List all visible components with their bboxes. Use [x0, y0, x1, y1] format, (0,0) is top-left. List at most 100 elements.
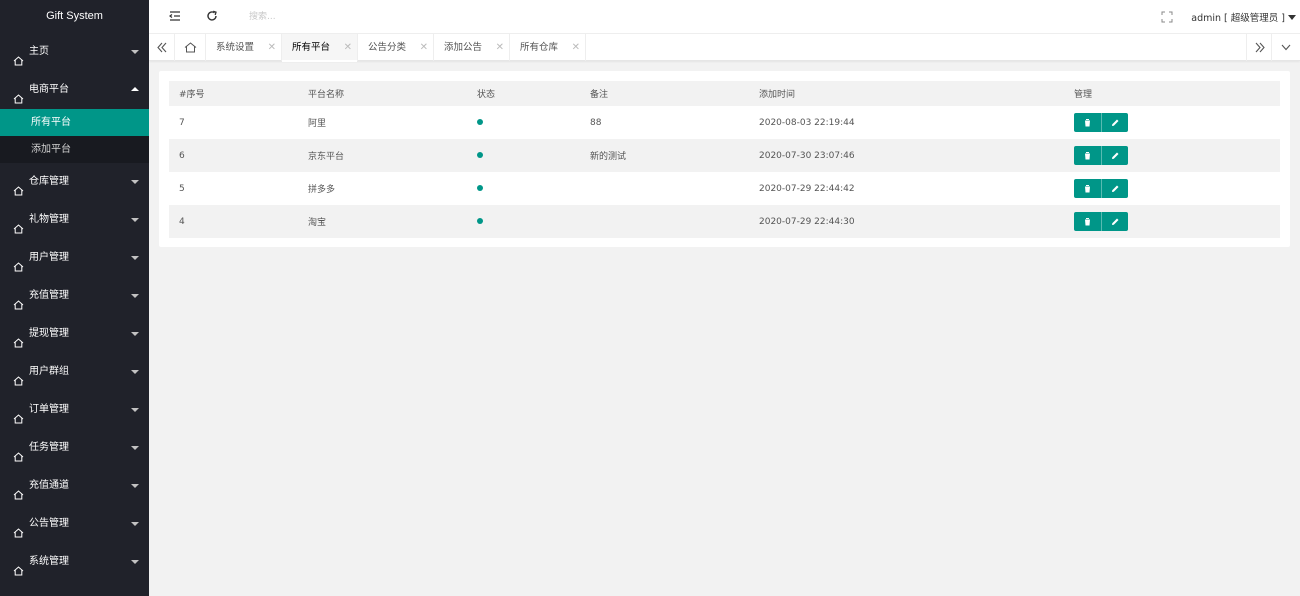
- sidebar-subitem-all-platforms[interactable]: 所有平台: [0, 109, 149, 136]
- sidebar-item-home[interactable]: 主页: [0, 33, 149, 71]
- cell-remark: 88: [590, 117, 602, 128]
- refresh-icon[interactable]: [205, 9, 221, 25]
- trash-icon: [1084, 119, 1091, 127]
- edit-button[interactable]: [1101, 179, 1128, 198]
- edit-button[interactable]: [1101, 113, 1128, 132]
- home-icon: [13, 517, 25, 538]
- sidebar-item-system[interactable]: 系统管理: [0, 543, 149, 581]
- sidebar-item-warehouse[interactable]: 仓库管理: [0, 163, 149, 201]
- home-icon: [13, 45, 25, 66]
- chevron-down-icon: [131, 446, 139, 450]
- home-icon: [13, 83, 25, 104]
- chevron-down-icon: [131, 484, 139, 488]
- tab-all-warehouses[interactable]: 所有仓库 ✕: [510, 34, 586, 61]
- cell-remark: [580, 172, 749, 205]
- platform-table: #序号 平台名称 状态 备注 添加时间 管理 7 阿里 88 2020-08-0…: [169, 81, 1280, 238]
- sidebar-item-withdraw[interactable]: 提现管理: [0, 315, 149, 353]
- sidebar-item-recharge-channels[interactable]: 充值通道: [0, 467, 149, 505]
- tab-home-icon[interactable]: [175, 34, 206, 61]
- sidebar-item-recharge[interactable]: 充值管理: [0, 277, 149, 315]
- sidebar-subitem-add-platform[interactable]: 添加平台: [0, 136, 149, 163]
- user-menu[interactable]: admin [ 超级管理员 ]: [1191, 10, 1296, 24]
- edit-button[interactable]: [1101, 212, 1128, 231]
- status-dot: [477, 218, 483, 224]
- sidebar-item-gifts[interactable]: 礼物管理: [0, 201, 149, 239]
- cell-time: 2020-07-29 22:44:30: [759, 216, 855, 227]
- sidebar-item-label: 礼物管理: [29, 214, 69, 225]
- home-icon: [13, 403, 25, 424]
- tab-label: 系统设置: [216, 42, 255, 53]
- cell-name: 京东平台: [308, 152, 345, 162]
- edit-button[interactable]: [1101, 146, 1128, 165]
- close-icon[interactable]: ✕: [268, 34, 276, 61]
- close-icon[interactable]: ✕: [344, 34, 352, 61]
- column-header-id: #序号: [179, 90, 205, 100]
- tabs-dropdown-icon[interactable]: [1273, 34, 1299, 61]
- cell-name: 淘宝: [308, 218, 327, 228]
- sidebar-item-orders[interactable]: 订单管理: [0, 391, 149, 429]
- delete-button[interactable]: [1074, 113, 1101, 132]
- trash-icon: [1084, 152, 1091, 160]
- sidebar-item-user-groups[interactable]: 用户群组: [0, 353, 149, 391]
- sidebar-item-label: 任务管理: [29, 442, 69, 453]
- sidebar-item-label: 电商平台: [29, 84, 69, 95]
- menu-toggle-icon[interactable]: [168, 9, 184, 25]
- delete-button[interactable]: [1074, 146, 1101, 165]
- cell-name: 拼多多: [308, 185, 336, 195]
- search-input[interactable]: [249, 8, 449, 26]
- chevron-down-icon: [131, 332, 139, 336]
- sidebar-item-ecommerce[interactable]: 电商平台: [0, 71, 149, 109]
- cell-remark: 新的测试: [590, 152, 627, 162]
- column-header-time: 添加时间: [759, 90, 796, 100]
- sidebar-item-label: 充值通道: [29, 480, 69, 491]
- action-button-group: [1074, 212, 1128, 231]
- chevron-down-icon: [131, 560, 139, 564]
- sidebar-item-label: 用户群组: [29, 366, 69, 377]
- close-icon[interactable]: ✕: [572, 34, 580, 61]
- sidebar-item-label: 仓库管理: [29, 176, 69, 187]
- home-icon: [13, 251, 25, 272]
- delete-button[interactable]: [1074, 212, 1101, 231]
- cell-status: [467, 172, 580, 205]
- chevron-down-icon: [131, 180, 139, 184]
- home-icon: [13, 365, 25, 386]
- cell-status: [467, 139, 580, 172]
- chevron-down-icon: [1288, 15, 1296, 20]
- chevron-down-icon: [131, 256, 139, 260]
- column-header-status: 状态: [477, 90, 496, 100]
- tab-system-settings[interactable]: 系统设置 ✕: [206, 34, 282, 61]
- pencil-icon: [1112, 185, 1119, 192]
- tab-add-announcement[interactable]: 添加公告 ✕: [434, 34, 510, 61]
- tabs-scroll-left-icon[interactable]: [149, 34, 175, 61]
- chevron-down-icon: [131, 294, 139, 298]
- platform-list-card: #序号 平台名称 状态 备注 添加时间 管理 7 阿里 88 2020-08-0…: [159, 71, 1290, 247]
- cell-actions: [1064, 139, 1280, 172]
- tabs-scroll-right-icon[interactable]: [1246, 34, 1272, 61]
- sidebar-item-users[interactable]: 用户管理: [0, 239, 149, 277]
- sidebar-item-tasks[interactable]: 任务管理: [0, 429, 149, 467]
- close-icon[interactable]: ✕: [420, 34, 428, 61]
- home-icon: [13, 441, 25, 462]
- status-dot: [477, 185, 483, 191]
- cell-time: 2020-07-30 23:07:46: [759, 150, 855, 161]
- tab-all-platforms[interactable]: 所有平台 ✕: [282, 34, 358, 62]
- sidebar-item-announcements[interactable]: 公告管理: [0, 505, 149, 543]
- column-header-manage: 管理: [1074, 90, 1093, 100]
- tab-label: 公告分类: [368, 42, 407, 53]
- sidebar-item-label: 提现管理: [29, 328, 69, 339]
- delete-button[interactable]: [1074, 179, 1101, 198]
- tab-label: 所有仓库: [520, 42, 559, 53]
- table-row: 7 阿里 88 2020-08-03 22:19:44: [169, 106, 1280, 139]
- column-header-name: 平台名称: [308, 90, 345, 100]
- tab-announcement-categories[interactable]: 公告分类 ✕: [358, 34, 434, 61]
- fullscreen-icon[interactable]: [1161, 11, 1177, 27]
- home-icon: [13, 555, 25, 576]
- home-icon: [13, 479, 25, 500]
- table-header-row: #序号 平台名称 状态 备注 添加时间 管理: [169, 81, 1280, 106]
- cell-status: [467, 205, 580, 238]
- cell-id: 6: [179, 150, 185, 161]
- column-header-remark: 备注: [590, 90, 609, 100]
- close-icon[interactable]: ✕: [496, 34, 504, 61]
- home-icon: [13, 213, 25, 234]
- chevron-down-icon: [131, 408, 139, 412]
